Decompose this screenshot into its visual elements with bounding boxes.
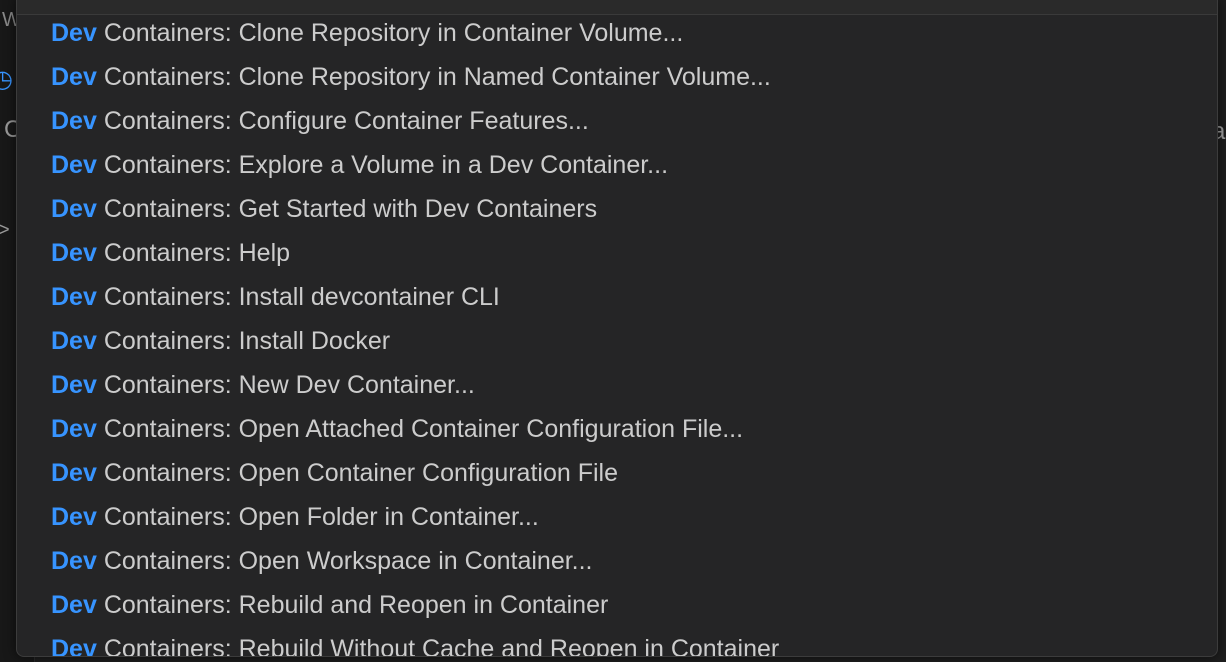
command-label: Containers: Rebuild and Reopen in Contai… bbox=[96, 591, 609, 619]
match-highlight: Dev bbox=[51, 635, 97, 657]
command-label: Containers: Clone Repository in Named Co… bbox=[96, 63, 771, 91]
command-label: Containers: Get Started with Dev Contain… bbox=[96, 195, 598, 223]
command-item[interactable]: Dev Containers: Open Folder in Container… bbox=[17, 495, 1217, 539]
command-item[interactable]: Dev Containers: Clone Repository in Name… bbox=[17, 55, 1217, 99]
match-highlight: Dev bbox=[51, 415, 97, 443]
chevron-right-icon: > bbox=[0, 219, 10, 241]
command-item[interactable]: Dev Containers: Configure Container Feat… bbox=[17, 99, 1217, 143]
command-label: Containers: Install devcontainer CLI bbox=[96, 283, 500, 311]
command-item[interactable]: Dev Containers: Get Started with Dev Con… bbox=[17, 187, 1217, 231]
match-highlight: Dev bbox=[51, 19, 97, 47]
command-item[interactable]: Dev Containers: Install Docker bbox=[17, 319, 1217, 363]
command-label: Containers: Rebuild Without Cache and Re… bbox=[96, 635, 780, 657]
command-label: Containers: Clone Repository in Containe… bbox=[96, 19, 684, 47]
command-item[interactable]: Dev Containers: Rebuild Without Cache an… bbox=[17, 627, 1217, 657]
command-label: Containers: Open Workspace in Container.… bbox=[96, 547, 593, 575]
match-highlight: Dev bbox=[51, 591, 97, 619]
command-item[interactable]: Dev Containers: Install devcontainer CLI bbox=[17, 275, 1217, 319]
match-highlight: Dev bbox=[51, 151, 97, 179]
command-label: Containers: Open Container Configuration… bbox=[96, 459, 618, 487]
match-highlight: Dev bbox=[51, 459, 97, 487]
command-label: Containers: Explore a Volume in a Dev Co… bbox=[96, 151, 669, 179]
command-item[interactable]: Dev Containers: Open Attached Container … bbox=[17, 407, 1217, 451]
command-label: Containers: New Dev Container... bbox=[96, 371, 475, 399]
match-highlight: Dev bbox=[51, 547, 97, 575]
command-label: Containers: Open Attached Container Conf… bbox=[96, 415, 744, 443]
command-label: Containers: Configure Container Features… bbox=[96, 107, 589, 135]
match-highlight: Dev bbox=[51, 503, 97, 531]
command-item[interactable]: Dev Containers: Help bbox=[17, 231, 1217, 275]
command-item[interactable]: Dev Containers: Explore a Volume in a De… bbox=[17, 143, 1217, 187]
history-icon: ◷ bbox=[0, 66, 13, 93]
command-item[interactable]: Dev Containers: New Dev Container... bbox=[17, 363, 1217, 407]
command-label: Containers: Install Docker bbox=[96, 327, 391, 355]
command-palette: Dev Containers: Clone Repository in Cont… bbox=[16, 0, 1218, 657]
command-item[interactable]: Dev Containers: Open Container Configura… bbox=[17, 451, 1217, 495]
command-palette-list[interactable]: Dev Containers: Clone Repository in Cont… bbox=[17, 11, 1217, 657]
match-highlight: Dev bbox=[51, 63, 97, 91]
command-label: Containers: Help bbox=[96, 239, 291, 267]
match-highlight: Dev bbox=[51, 327, 97, 355]
command-item[interactable]: Dev Containers: Clone Repository in Cont… bbox=[17, 11, 1217, 55]
match-highlight: Dev bbox=[51, 371, 97, 399]
match-highlight: Dev bbox=[51, 283, 97, 311]
command-item[interactable]: Dev Containers: Open Workspace in Contai… bbox=[17, 539, 1217, 583]
match-highlight: Dev bbox=[51, 107, 97, 135]
command-label: Containers: Open Folder in Container... bbox=[96, 503, 539, 531]
match-highlight: Dev bbox=[51, 195, 97, 223]
match-highlight: Dev bbox=[51, 239, 97, 267]
command-item[interactable]: Dev Containers: Rebuild and Reopen in Co… bbox=[17, 583, 1217, 627]
